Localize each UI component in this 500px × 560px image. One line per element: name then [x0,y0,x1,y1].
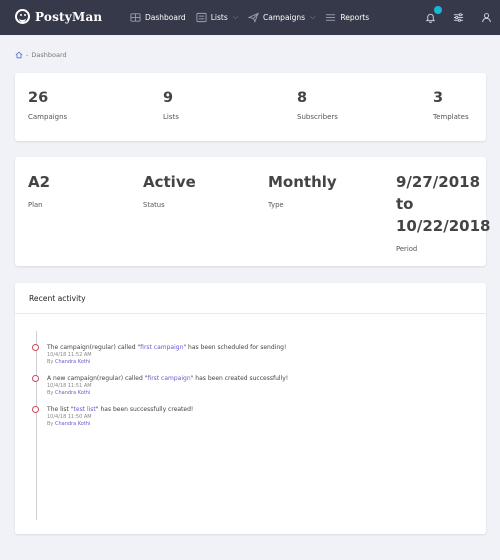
message-text: The campaign(regular) called " [47,344,141,351]
notification-badge [434,5,442,14]
timeline-dot-icon [32,375,39,382]
plan-status: Active Status [143,171,196,209]
nav-campaigns[interactable]: Campaigns ⌵ [248,12,315,23]
home-icon[interactable] [15,51,23,59]
nav-campaigns-label: Campaigns [263,13,306,22]
sliders-icon [453,13,463,22]
timeline-dot-icon [32,406,39,413]
top-right-icons [424,0,492,35]
nav-dashboard[interactable]: Dashboard [130,12,186,23]
period-end: 10/22/2018 [396,217,491,235]
plan-name: A2 Plan [28,171,50,209]
stat-subscribers[interactable]: 8 Subscribers [297,90,338,121]
main-nav: Dashboard Lists ⌵ Campaigns ⌵ Reports [130,0,379,35]
nav-reports[interactable]: Reports [325,12,369,23]
stat-campaigns[interactable]: 26 Campaigns [28,90,67,121]
type-value: Monthly [268,173,337,191]
stat-value: 3 [433,90,444,106]
activity-item: The list "test list" has been successful… [32,406,472,437]
user-icon [481,13,491,23]
user-menu-button[interactable] [480,12,492,24]
list-link[interactable]: test list [74,406,96,413]
by-label: By [47,421,55,427]
plan-value: A2 [28,173,51,191]
stat-lists[interactable]: 9 Lists [163,90,179,121]
message-text: A new campaign(regular) called " [47,375,148,382]
type-label: Type [268,201,284,209]
message-text: " has been successfully created! [95,406,194,413]
plan-label: Plan [28,201,43,209]
activity-by: By Chandra Kothi [47,359,472,366]
stat-label: Campaigns [28,113,68,121]
timeline-dot-icon [32,344,39,351]
stat-label: Subscribers [297,113,338,121]
plan-type: Monthly Type [268,171,337,209]
stat-label: Templates [433,113,469,121]
settings-button[interactable] [452,12,464,24]
activity-item: The campaign(regular) called "first camp… [32,344,472,375]
campaign-link[interactable]: first campaign [140,344,183,351]
nav-lists[interactable]: Lists ⌵ [196,12,238,23]
reports-icon [326,14,336,21]
author-link[interactable]: Chandra Kothi [55,390,90,396]
period-start: 9/27/2018 [396,173,481,191]
author-link[interactable]: Chandra Kothi [55,421,90,427]
smiley-logo-icon [15,9,30,24]
chevron-down-icon: ⌵ [232,13,239,21]
nav-reports-label: Reports [340,13,370,22]
campaign-link[interactable]: first campaign [147,375,190,382]
brand[interactable]: PostyMan [15,9,102,24]
stat-value: 9 [163,90,174,106]
stat-value: 8 [297,90,308,106]
by-label: By [47,359,55,365]
stats-card: 26 Campaigns 9 Lists 8 Subscribers 3 Tem… [15,73,486,141]
activity-message: The list "test list" has been successful… [47,406,472,414]
author-link[interactable]: Chandra Kothi [55,359,90,365]
activity-timeline: The campaign(regular) called "first camp… [32,344,472,437]
nav-dashboard-label: Dashboard [145,13,186,22]
paper-plane-icon [248,12,259,23]
bell-icon [425,13,435,23]
activity-time: 10/4/18 11:51 AM [47,383,92,389]
status-value: Active [143,173,196,191]
stat-value: 26 [28,90,49,106]
breadcrumb-separator: - [26,51,29,59]
message-text: " has been created successfully! [190,375,289,382]
activity-message: A new campaign(regular) called "first ca… [47,375,472,383]
brand-name: PostyMan [35,9,103,24]
recent-activity-card: Recent activity The campaign(regular) ca… [15,283,486,534]
plan-period: 9/27/2018 to 10/22/2018 Period [396,171,490,253]
plan-card: A2 Plan Active Status Monthly Type 9/27/… [15,157,490,266]
activity-by: By Chandra Kothi [47,390,472,397]
period-label: Period [396,245,418,253]
period-to: to [396,195,414,213]
activity-item: A new campaign(regular) called "first ca… [32,375,472,406]
message-text: " has been scheduled for sending! [183,344,287,351]
dashboard-icon [130,13,141,22]
activity-message: The campaign(regular) called "first camp… [47,344,472,352]
breadcrumb-current: Dashboard [31,51,67,59]
nav-lists-label: Lists [210,13,228,22]
stat-templates[interactable]: 3 Templates [433,90,469,121]
activity-time: 10/4/18 11:52 AM [47,352,92,358]
activity-by: By Chandra Kothi [47,421,472,428]
breadcrumb: - Dashboard [15,51,67,59]
activity-time: 10/4/18 11:50 AM [47,414,92,420]
top-navbar: PostyMan Dashboard Lists ⌵ Campaigns ⌵ R… [0,0,500,35]
notifications-button[interactable] [424,5,442,24]
stat-label: Lists [163,113,179,121]
message-text: The list " [47,406,74,413]
list-icon [196,12,207,23]
chevron-down-icon: ⌵ [310,13,316,21]
status-label: Status [143,201,165,209]
activity-title: Recent activity [15,283,486,314]
by-label: By [47,390,55,396]
